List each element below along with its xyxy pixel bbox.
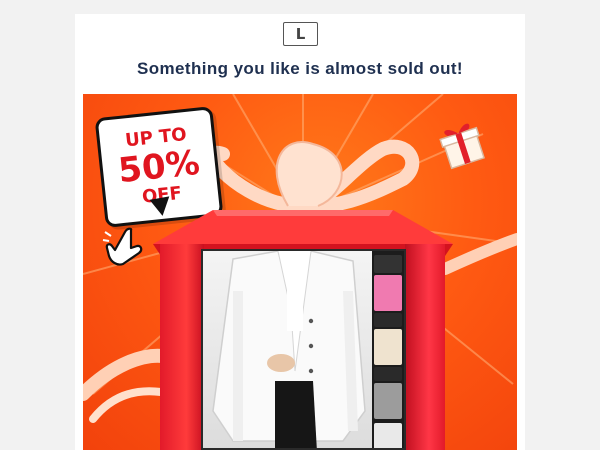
- variant-thumb[interactable]: [374, 313, 402, 327]
- pointing-hand-icon: [102, 227, 143, 266]
- gift-frame-right: [405, 244, 445, 450]
- headline: Something you like is almost sold out!: [137, 59, 463, 78]
- color-variant-strip: [372, 251, 404, 448]
- variant-thumb[interactable]: [374, 329, 402, 365]
- brand-logo[interactable]: L: [283, 22, 318, 46]
- sticker-percent: 50%: [116, 142, 202, 192]
- variant-thumb[interactable]: [374, 275, 402, 311]
- variant-thumb[interactable]: [374, 367, 402, 381]
- gift-box-icon: [439, 123, 485, 170]
- blazer-model-image: [212, 251, 366, 448]
- variant-thumb[interactable]: [374, 255, 402, 273]
- product-photo[interactable]: [201, 249, 406, 450]
- email-card: L Something you like is almost sold out!: [75, 14, 525, 450]
- variant-thumb[interactable]: [374, 383, 402, 419]
- gift-frame-left: [160, 244, 204, 450]
- variant-thumb[interactable]: [374, 423, 402, 448]
- promo-banner[interactable]: UP TO 50% OFF: [83, 94, 517, 450]
